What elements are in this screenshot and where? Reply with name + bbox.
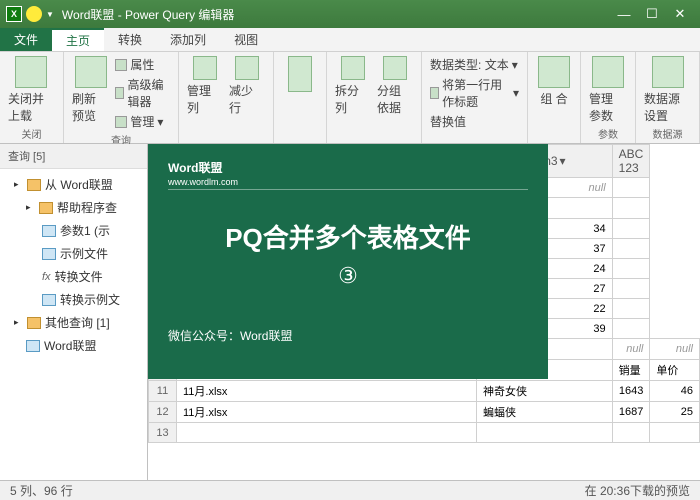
ribbon-group-split: 拆分 列 分组 依据: [327, 52, 422, 143]
groupby-button[interactable]: 分组 依据: [377, 56, 413, 116]
titlebar: X ▼ Word联盟 - Power Query 编辑器 — ☐ ✕: [0, 0, 700, 28]
close-load-button[interactable]: 关闭并 上载: [8, 56, 55, 124]
tab-home[interactable]: 主页: [52, 28, 104, 51]
ribbon-group-params: 管理 参数 参数: [581, 52, 636, 143]
smiley-icon: [26, 6, 42, 22]
tree-folder[interactable]: ▸从 Word联盟: [2, 173, 145, 196]
tree-item[interactable]: fx转换文件: [2, 265, 145, 288]
col-header[interactable]: ABC123: [612, 145, 650, 178]
properties-button[interactable]: 属性: [115, 56, 170, 73]
status-right: 在 20:36下载的预览: [585, 482, 690, 499]
tab-addcolumn[interactable]: 添加列: [156, 28, 220, 51]
file-menu[interactable]: 文件: [0, 28, 52, 51]
manage-params-button[interactable]: 管理 参数: [589, 56, 627, 124]
overlay-number: ③: [168, 263, 528, 289]
overlay-banner: Word联盟 www.wordlm.com PQ合并多个表格文件 ③ 微信公众号…: [148, 144, 548, 379]
status-bar: 5 列、96 行 在 20:36下载的预览: [0, 480, 700, 500]
table-row: 13: [149, 423, 700, 443]
qat-dropdown-icon[interactable]: ▼: [46, 10, 54, 19]
status-left: 5 列、96 行: [10, 482, 73, 499]
reduce-rows-button[interactable]: 减少 行: [229, 56, 265, 116]
tree-item[interactable]: 转换示例文: [2, 288, 145, 311]
ribbon-group-transform: 数据类型: 文本 ▾ 将第一行用作标题 ▾ 替换值: [422, 52, 528, 143]
datatype-button[interactable]: 数据类型: 文本 ▾: [430, 56, 519, 73]
overlay-title: PQ合并多个表格文件: [168, 218, 528, 255]
ribbon-group-cols: 管理 列 减少 行: [179, 52, 274, 143]
replace-values-button[interactable]: 替换值: [430, 113, 519, 130]
split-col-button[interactable]: 拆分 列: [335, 56, 371, 116]
minimize-button[interactable]: —: [610, 4, 638, 24]
menubar: 文件 主页 转换 添加列 视图: [0, 28, 700, 52]
ribbon-group-query: 刷新 预览 属性 高级编辑器 管理 ▾ 查询: [64, 52, 179, 143]
tab-view[interactable]: 视图: [220, 28, 272, 51]
tree-folder[interactable]: ▸帮助程序查: [2, 196, 145, 219]
query-tree: ▸从 Word联盟 ▸帮助程序查 参数1 (示 示例文件 fx转换文件 转换示例…: [0, 169, 147, 361]
ribbon-group-datasource: 数据源 设置 数据源: [636, 52, 700, 143]
combine-button[interactable]: 组 合: [536, 56, 572, 107]
ribbon-group-close: 关闭并 上载 关闭: [0, 52, 64, 143]
firstrow-header-button[interactable]: 将第一行用作标题 ▾: [430, 76, 519, 110]
table-row: 1111月.xlsx神奇女侠164346: [149, 381, 700, 402]
tree-item[interactable]: 参数1 (示: [2, 219, 145, 242]
tree-item[interactable]: Word联盟: [2, 334, 145, 357]
close-button[interactable]: ✕: [666, 4, 694, 24]
sidebar-header: 查询 [5]: [0, 144, 147, 169]
query-props: 属性 高级编辑器 管理 ▾: [115, 56, 170, 130]
table-row: 1211月.xlsx蝙蝠侠168725: [149, 402, 700, 423]
ribbon-group-sort: [274, 52, 327, 143]
tab-transform[interactable]: 转换: [104, 28, 156, 51]
tree-item[interactable]: 示例文件: [2, 242, 145, 265]
window-title: Word联盟 - Power Query 编辑器: [62, 6, 610, 23]
tree-folder[interactable]: ▸其他查询 [1]: [2, 311, 145, 334]
manage-cols-button[interactable]: 管理 列: [187, 56, 223, 116]
ribbon: 关闭并 上载 关闭 刷新 预览 属性 高级编辑器 管理 ▾ 查询 管理 列 减少…: [0, 52, 700, 144]
sort-button[interactable]: [282, 56, 318, 92]
ribbon-group-combine: 组 合: [528, 52, 581, 143]
advanced-editor-button[interactable]: 高级编辑器: [115, 76, 170, 110]
refresh-button[interactable]: 刷新 预览: [72, 56, 109, 124]
excel-icon: X: [6, 6, 22, 22]
maximize-button[interactable]: ☐: [638, 4, 666, 24]
overlay-logo: Word联盟: [168, 156, 528, 177]
datasource-button[interactable]: 数据源 设置: [644, 56, 691, 124]
overlay-subtitle: 微信公众号：Word联盟: [168, 327, 528, 344]
manage-button[interactable]: 管理 ▾: [115, 113, 170, 130]
query-sidebar: 查询 [5] ▸从 Word联盟 ▸帮助程序查 参数1 (示 示例文件 fx转换…: [0, 144, 148, 480]
overlay-url: www.wordlm.com: [168, 177, 528, 190]
